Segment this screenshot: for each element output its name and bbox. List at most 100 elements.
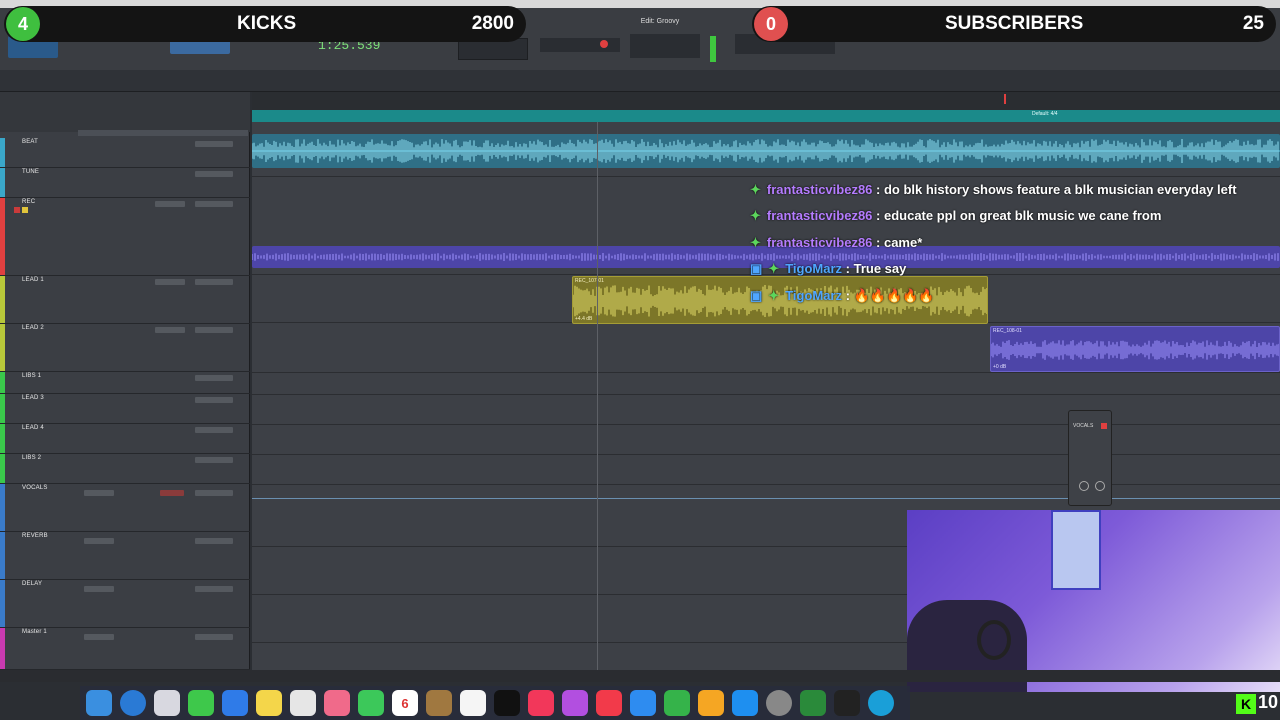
- chat-text: : educate ppl on great blk music we cane…: [876, 208, 1162, 223]
- send-slot[interactable]: [160, 490, 184, 496]
- messages-icon[interactable]: [188, 690, 214, 716]
- io-slot[interactable]: [195, 397, 233, 403]
- float-window-title: VOCALS: [1073, 423, 1094, 429]
- record-arm-button[interactable]: [14, 207, 20, 213]
- obs-icon[interactable]: [868, 690, 894, 716]
- io-slot[interactable]: [195, 279, 233, 285]
- system-preferences-icon[interactable]: [766, 690, 792, 716]
- track-row[interactable]: REC: [0, 198, 250, 276]
- io-slot[interactable]: [195, 327, 233, 333]
- lane-divider: [252, 424, 1280, 425]
- track-name[interactable]: REC: [22, 199, 35, 205]
- notes-icon[interactable]: [256, 690, 282, 716]
- mail-icon[interactable]: [222, 690, 248, 716]
- track-name[interactable]: LEAD 4: [22, 425, 44, 431]
- track-row[interactable]: VOCALS: [0, 484, 250, 532]
- track-row[interactable]: REVERB: [0, 532, 250, 580]
- calendar-icon[interactable]: 6: [392, 690, 418, 716]
- track-name[interactable]: Master 1: [22, 629, 47, 635]
- tv-icon[interactable]: [494, 690, 520, 716]
- kick-logo-icon: K: [1236, 694, 1256, 714]
- track-name[interactable]: LIBS 1: [22, 373, 41, 379]
- webcam-feed: [907, 510, 1280, 692]
- io-slot[interactable]: [195, 375, 233, 381]
- track-row[interactable]: LEAD 4: [0, 424, 250, 454]
- io-slot[interactable]: [195, 538, 233, 544]
- safari-icon[interactable]: [120, 690, 146, 716]
- podcasts-icon[interactable]: [562, 690, 588, 716]
- chat-user: frantasticvibez86: [766, 208, 873, 223]
- photos-icon[interactable]: [324, 690, 350, 716]
- io-slot[interactable]: [195, 634, 233, 640]
- chat-message: ▣ ✦ TigoMarz : 🔥🔥🔥🔥🔥: [750, 288, 935, 304]
- io-slot[interactable]: [195, 141, 233, 147]
- track-name[interactable]: LEAD 3: [22, 395, 44, 401]
- news-icon[interactable]: [596, 690, 622, 716]
- track-row[interactable]: BEAT: [0, 138, 250, 168]
- headphones-icon: [977, 620, 1011, 660]
- tempo-display[interactable]: [630, 34, 700, 58]
- track-color: [0, 484, 5, 531]
- maps-icon[interactable]: [290, 690, 316, 716]
- ilok-icon[interactable]: [834, 690, 860, 716]
- clip-name: REC_108-01: [993, 328, 1022, 334]
- facetime-icon[interactable]: [358, 690, 384, 716]
- pages-icon[interactable]: [698, 690, 724, 716]
- insert-slot[interactable]: [84, 490, 114, 496]
- transport-buttons[interactable]: [540, 38, 620, 52]
- track-row[interactable]: DELAY: [0, 580, 250, 628]
- track-name[interactable]: BEAT: [22, 139, 38, 145]
- track-name[interactable]: DELAY: [22, 581, 42, 587]
- io-slot[interactable]: [195, 586, 233, 592]
- track-row[interactable]: TUNE: [0, 168, 250, 198]
- track-name[interactable]: LEAD 1: [22, 277, 44, 283]
- status-bar: [0, 670, 1280, 682]
- track-row[interactable]: LEAD 2: [0, 324, 250, 372]
- insert-slot[interactable]: [84, 538, 114, 544]
- solo-button[interactable]: [22, 207, 28, 213]
- insert-slot[interactable]: [84, 586, 114, 592]
- track-row[interactable]: LEAD 1: [0, 276, 250, 324]
- io-slot[interactable]: [195, 457, 233, 463]
- meter-label: Default: 4/4: [1032, 111, 1058, 117]
- track-row[interactable]: Master 1: [0, 628, 250, 670]
- io-slot[interactable]: [195, 171, 233, 177]
- app-store-icon[interactable]: [732, 690, 758, 716]
- io-slot[interactable]: [195, 201, 233, 207]
- music-icon[interactable]: [528, 690, 554, 716]
- knob-icon[interactable]: [1079, 481, 1089, 491]
- track-color: [0, 580, 5, 627]
- track-name[interactable]: LEAD 2: [22, 325, 44, 331]
- close-icon[interactable]: [1101, 423, 1107, 429]
- reminders-icon[interactable]: [460, 690, 486, 716]
- knob-icon[interactable]: [1095, 481, 1105, 491]
- subscribers-score: 25: [1242, 13, 1264, 34]
- launchpad-icon[interactable]: [154, 690, 180, 716]
- kick-app-icon[interactable]: [800, 690, 826, 716]
- io-slot[interactable]: [195, 427, 233, 433]
- track-name[interactable]: TUNE: [22, 169, 39, 175]
- keynote-icon[interactable]: [630, 690, 656, 716]
- send-slot[interactable]: [155, 201, 185, 207]
- track-name[interactable]: LIBS 2: [22, 455, 41, 461]
- floating-track-window[interactable]: VOCALS: [1068, 410, 1112, 506]
- track-row[interactable]: LIBS 1: [0, 372, 250, 394]
- lead2-audio-clip[interactable]: REC_108-01 +0 dB: [990, 326, 1280, 372]
- insert-slot[interactable]: [84, 634, 114, 640]
- finder-icon[interactable]: [86, 690, 112, 716]
- beat-audio-clip[interactable]: [252, 134, 1280, 168]
- contacts-icon[interactable]: [426, 690, 452, 716]
- playhead-marker[interactable]: [1004, 94, 1006, 104]
- track-row[interactable]: LEAD 3: [0, 394, 250, 424]
- track-name[interactable]: VOCALS: [22, 485, 48, 491]
- send-slot[interactable]: [155, 279, 185, 285]
- badge-icon: ▣: [750, 261, 763, 276]
- track-name[interactable]: REVERB: [22, 533, 48, 539]
- numbers-icon[interactable]: [664, 690, 690, 716]
- io-slot[interactable]: [195, 490, 233, 496]
- meter-ruler[interactable]: Default: 4/4: [252, 110, 1280, 122]
- record-button[interactable]: [600, 40, 608, 48]
- send-slot[interactable]: [155, 327, 185, 333]
- track-row[interactable]: LIBS 2: [0, 454, 250, 484]
- track-color: [0, 454, 5, 483]
